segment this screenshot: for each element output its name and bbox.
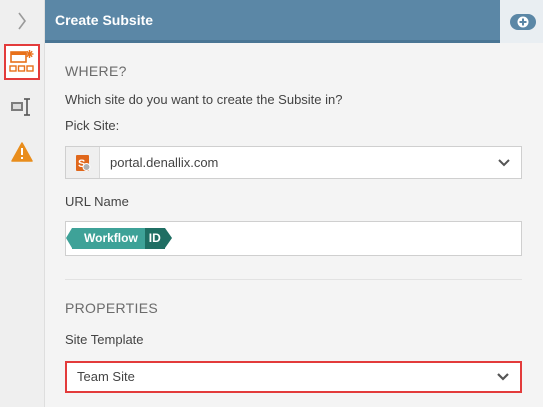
url-name-field[interactable]: Workflow ID — [65, 221, 522, 256]
main-content: WHERE? Which site do you want to create … — [45, 43, 543, 407]
chevron-down-icon[interactable] — [497, 156, 511, 170]
properties-section-title: PROPERTIES — [65, 300, 158, 316]
token-id: ID — [144, 228, 172, 249]
pick-site-label: Pick Site: — [65, 118, 120, 133]
add-button[interactable] — [502, 0, 543, 43]
page-title: Create Subsite — [55, 12, 154, 28]
expand-chevron-icon[interactable] — [14, 10, 30, 32]
url-name-label: URL Name — [65, 194, 129, 209]
site-template-label: Site Template — [65, 332, 144, 347]
subsite-grid-icon[interactable] — [4, 44, 40, 80]
site-template-select[interactable]: Team Site — [65, 361, 522, 393]
chevron-down-icon[interactable] — [496, 370, 510, 384]
text-cursor-field-icon[interactable] — [4, 89, 40, 125]
left-rail — [0, 0, 45, 407]
where-section-title: WHERE? — [65, 63, 127, 79]
add-icon — [509, 13, 536, 30]
warning-icon[interactable] — [4, 134, 40, 170]
where-question: Which site do you want to create the Sub… — [65, 92, 343, 107]
panel-header: Create Subsite — [45, 0, 500, 43]
pick-site-select[interactable]: S portal.denallix.com — [65, 146, 522, 179]
section-divider — [65, 279, 522, 280]
site-value: portal.denallix.com — [110, 155, 219, 170]
token-workflow: Workflow — [66, 228, 145, 249]
workflow-id-token[interactable]: Workflow ID — [66, 228, 172, 249]
sharepoint-site-icon: S — [66, 147, 100, 178]
site-template-value: Team Site — [77, 369, 135, 384]
